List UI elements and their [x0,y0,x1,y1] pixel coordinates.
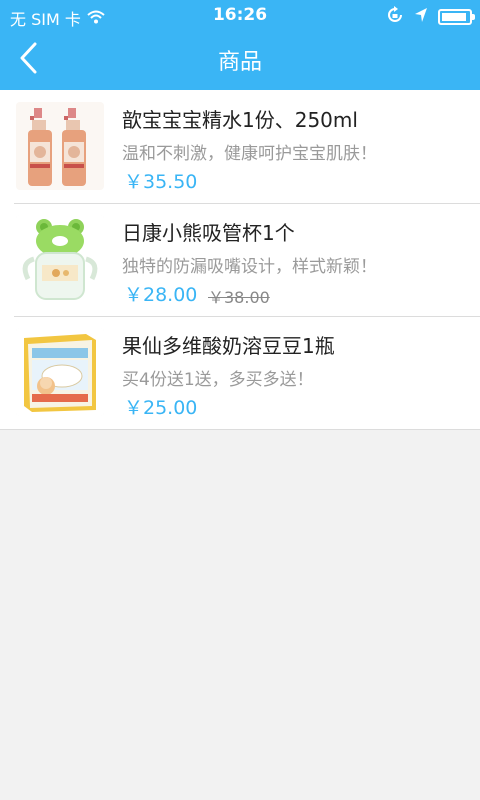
product-image-bear-cup [16,215,104,303]
product-item[interactable]: 歆宝宝宝精水1份、250ml 温和不刺激，健康呵护宝宝肌肤！ ￥35.50 [0,90,480,203]
product-list: 歆宝宝宝精水1份、250ml 温和不刺激，健康呵护宝宝肌肤！ ￥35.50 日康… [0,90,480,430]
product-description: 独特的防漏吸嘴设计，样式新颖！ [122,257,377,277]
product-name: 歆宝宝宝精水1份、250ml [122,108,358,132]
rotation-lock-icon [386,6,404,28]
status-right [386,6,475,28]
product-price: ￥25.00 [124,397,198,419]
product-original-price: ￥38.00 [208,288,270,307]
location-arrow-icon [414,7,428,27]
product-name: 日康小熊吸管杯1个 [122,221,295,245]
product-description: 温和不刺激，健康呵护宝宝肌肤！ [122,144,377,164]
top-bar: 无 SIM 卡 16:26 商品 [0,0,480,90]
nav-bar: 商品 [0,30,480,90]
product-name: 果仙多维酸奶溶豆豆1瓶 [122,334,335,358]
product-image-yogurt-box [16,328,104,416]
product-price: ￥35.50 [124,171,198,193]
product-price: ￥28.00 [124,284,198,306]
product-item[interactable]: 日康小熊吸管杯1个 独特的防漏吸嘴设计，样式新颖！ ￥28.00 ￥38.00 [0,203,480,316]
product-image-spray-bottles [16,102,104,190]
product-item[interactable]: 果仙多维酸奶溶豆豆1瓶 买4份送1送，多买多送！ ￥25.00 [0,316,480,429]
page-title: 商品 [217,50,262,75]
status-bar: 无 SIM 卡 16:26 [0,0,480,30]
product-description: 买4份送1送，多买多送！ [122,370,314,390]
battery-icon [438,9,475,25]
